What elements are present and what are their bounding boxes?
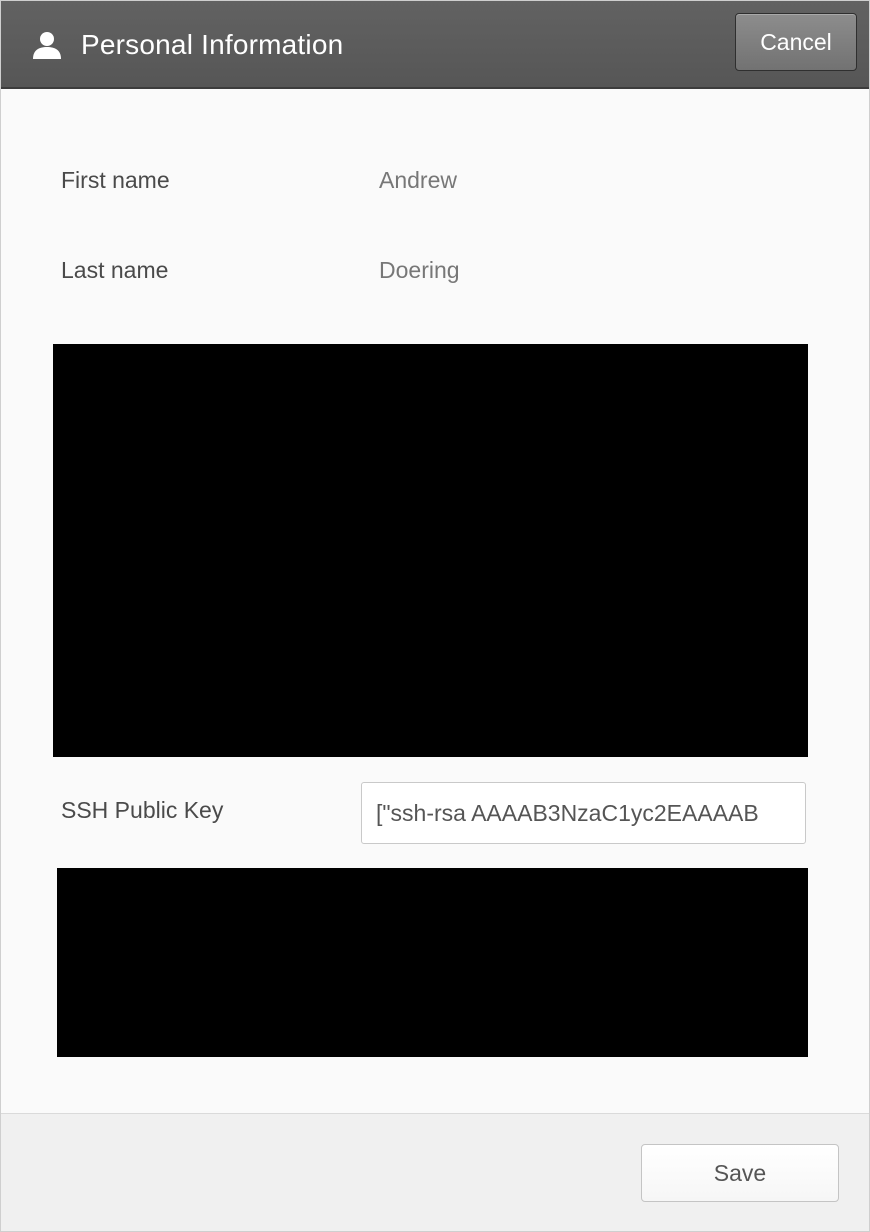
redacted-block [57,868,808,1057]
ssh-public-key-label: SSH Public Key [61,797,224,823]
personal-information-dialog: Personal Information Cancel First name A… [0,0,870,1232]
ssh-public-key-input[interactable] [361,782,806,844]
cancel-button[interactable]: Cancel [735,13,857,71]
first-name-value: Andrew [379,167,457,193]
save-button[interactable]: Save [641,1144,839,1202]
last-name-value: Doering [379,257,460,283]
dialog-header: Personal Information Cancel [1,1,869,89]
first-name-label: First name [61,167,170,193]
last-name-label: Last name [61,257,169,283]
dialog-title: Personal Information [81,29,344,60]
redacted-block [53,344,808,757]
user-icon [31,29,63,61]
dialog-footer: Save [1,1113,869,1231]
